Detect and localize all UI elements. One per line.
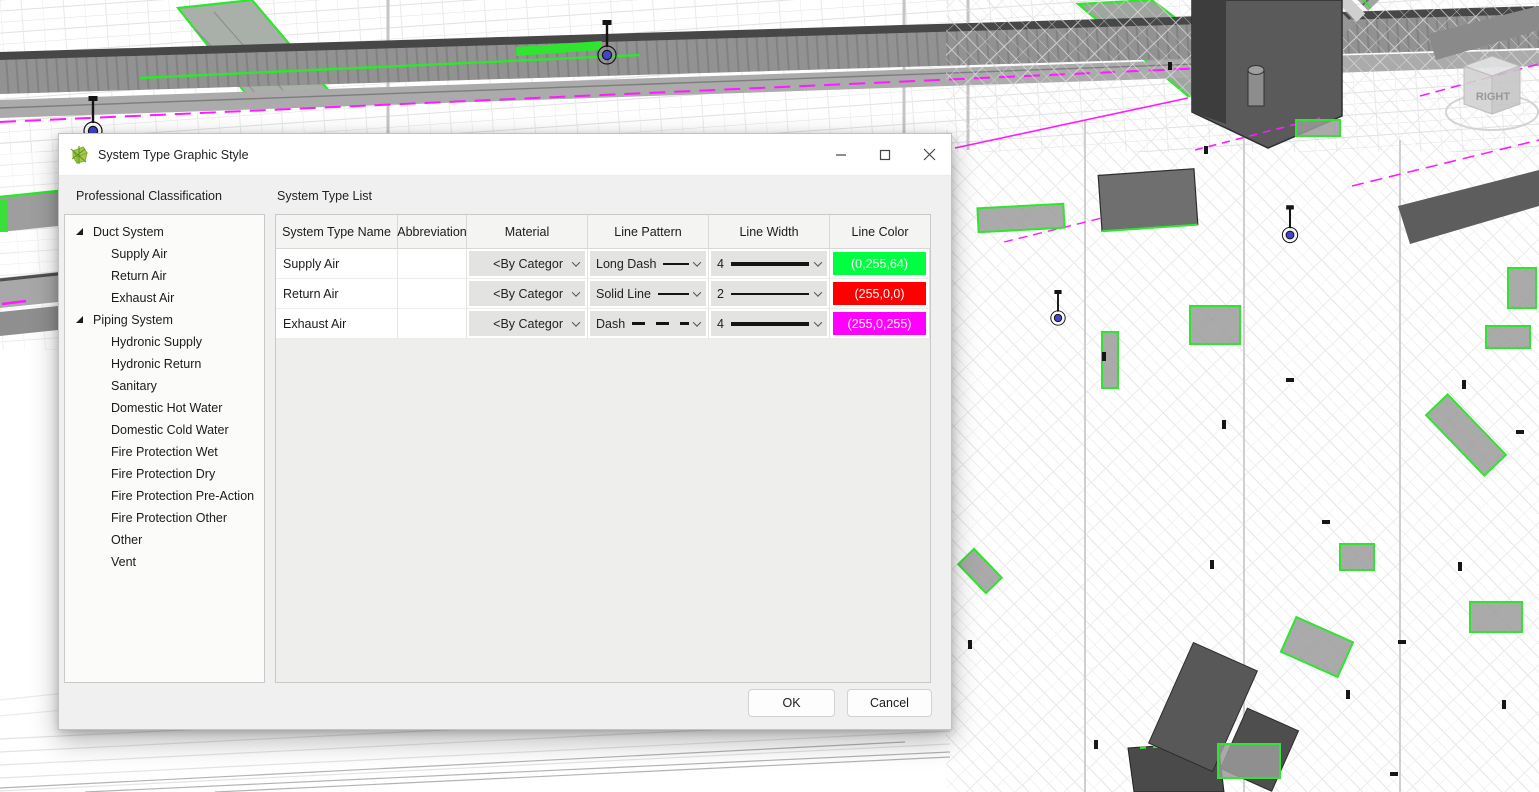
tree-item-vent[interactable]: Vent — [65, 551, 264, 573]
chevron-down-icon — [814, 318, 822, 326]
col-header-line-pattern: Line Pattern — [588, 215, 709, 249]
tree-item-hydronic-supply[interactable]: Hydronic Supply — [65, 331, 264, 353]
tree-item-other[interactable]: Other — [65, 529, 264, 551]
cell-line-color: (0,255,64) — [830, 249, 930, 279]
tree-item-return-air[interactable]: Return Air — [65, 265, 264, 287]
tree-expanded-icon[interactable] — [76, 316, 83, 323]
chevron-down-icon — [814, 288, 822, 296]
material-dropdown[interactable]: <By Categor — [469, 311, 585, 336]
cell-line-pattern: Solid Line — [588, 279, 709, 309]
col-header-line-width: Line Width — [709, 215, 830, 249]
line-pattern-preview — [632, 322, 689, 325]
left-edge-model — [0, 140, 58, 350]
system-type-list-header: System Type List — [277, 189, 372, 203]
line-width-preview — [731, 293, 809, 295]
cell-name[interactable]: Return Air — [276, 279, 398, 309]
line-width-dropdown[interactable]: 4 — [711, 251, 827, 276]
cell-line-pattern: Long Dash — [588, 249, 709, 279]
line-color-swatch[interactable]: (0,255,64) — [833, 252, 926, 275]
tree-item-domestic-cold-water[interactable]: Domestic Cold Water — [65, 419, 264, 441]
cell-name[interactable]: Exhaust Air — [276, 309, 398, 339]
line-color-swatch[interactable]: (255,0,0) — [833, 282, 926, 305]
cell-line-width: 2 — [709, 279, 830, 309]
tree-item-hydronic-return[interactable]: Hydronic Return — [65, 353, 264, 375]
line-width-preview — [731, 262, 809, 266]
tree-item-fire-protection-pre-action[interactable]: Fire Protection Pre-Action — [65, 485, 264, 507]
tree-item-piping-system[interactable]: Piping System — [65, 309, 264, 331]
chevron-down-icon — [693, 258, 701, 266]
cell-material: <By Categor — [467, 309, 588, 339]
cell-line-color: (255,0,0) — [830, 279, 930, 309]
view-cube-face-label: RIGHT — [1476, 91, 1511, 103]
cell-abbreviation[interactable] — [398, 249, 467, 279]
line-width-preview — [731, 322, 809, 326]
col-header-system-type-name: System Type Name — [276, 215, 398, 249]
cell-name[interactable]: Supply Air — [276, 249, 398, 279]
col-header-material: Material — [467, 215, 588, 249]
cancel-button[interactable]: Cancel — [847, 689, 932, 717]
tree-item-sanitary[interactable]: Sanitary — [65, 375, 264, 397]
cell-line-color: (255,0,255) — [830, 309, 930, 339]
line-width-dropdown[interactable]: 4 — [711, 311, 827, 336]
chevron-down-icon — [814, 258, 822, 266]
line-pattern-preview — [663, 263, 689, 265]
line-color-swatch[interactable]: (255,0,255) — [833, 312, 926, 335]
cell-line-width: 4 — [709, 309, 830, 339]
tree-item-fire-protection-dry[interactable]: Fire Protection Dry — [65, 463, 264, 485]
chevron-down-icon — [572, 288, 580, 296]
tree-item-exhaust-air[interactable]: Exhaust Air — [65, 287, 264, 309]
tree-item-fire-protection-wet[interactable]: Fire Protection Wet — [65, 441, 264, 463]
cell-abbreviation[interactable] — [398, 309, 467, 339]
tree-item-fire-protection-other[interactable]: Fire Protection Other — [65, 507, 264, 529]
system-type-table: System Type Name Abbreviation Material L… — [275, 214, 931, 683]
ok-button[interactable]: OK — [748, 689, 835, 717]
line-pattern-dropdown[interactable]: Dash — [590, 311, 706, 336]
col-header-abbreviation: Abbreviation — [398, 215, 467, 249]
tree-item-domestic-hot-water[interactable]: Domestic Hot Water — [65, 397, 264, 419]
cell-abbreviation[interactable] — [398, 279, 467, 309]
col-header-line-color: Line Color — [830, 215, 930, 249]
tree-expanded-icon[interactable] — [76, 228, 83, 235]
line-pattern-preview — [658, 293, 689, 295]
cell-line-width: 4 — [709, 249, 830, 279]
system-type-graphic-style-dialog: System Type Graphic Style Professional C… — [58, 133, 952, 730]
chevron-down-icon — [572, 318, 580, 326]
tree-item-supply-air[interactable]: Supply Air — [65, 243, 264, 265]
close-button[interactable] — [907, 134, 951, 175]
line-width-dropdown[interactable]: 2 — [711, 281, 827, 306]
material-dropdown[interactable]: <By Categor — [469, 281, 585, 306]
line-pattern-dropdown[interactable]: Long Dash — [590, 251, 706, 276]
screen: RIGHT System Type Graphic Style — [0, 0, 1539, 792]
chevron-down-icon — [572, 258, 580, 266]
dialog-title: System Type Graphic Style — [98, 148, 249, 162]
cell-material: <By Categor — [467, 249, 588, 279]
cell-material: <By Categor — [467, 279, 588, 309]
material-dropdown[interactable]: <By Categor — [469, 251, 585, 276]
minimize-icon — [835, 149, 847, 161]
cell-line-pattern: Dash — [588, 309, 709, 339]
classification-tree: Duct System Supply Air Return Air Exhaus… — [64, 214, 265, 683]
line-pattern-dropdown[interactable]: Solid Line — [590, 281, 706, 306]
close-icon — [923, 148, 936, 161]
chevron-down-icon — [693, 288, 701, 296]
dialog-titlebar[interactable]: System Type Graphic Style — [59, 134, 951, 176]
minimize-button[interactable] — [819, 134, 863, 175]
chevron-down-icon — [693, 318, 701, 326]
maximize-icon — [879, 149, 891, 161]
tree-item-duct-system[interactable]: Duct System — [65, 221, 264, 243]
classification-panel-header: Professional Classification — [76, 189, 222, 203]
maximize-button[interactable] — [863, 134, 907, 175]
app-icon — [69, 145, 89, 165]
